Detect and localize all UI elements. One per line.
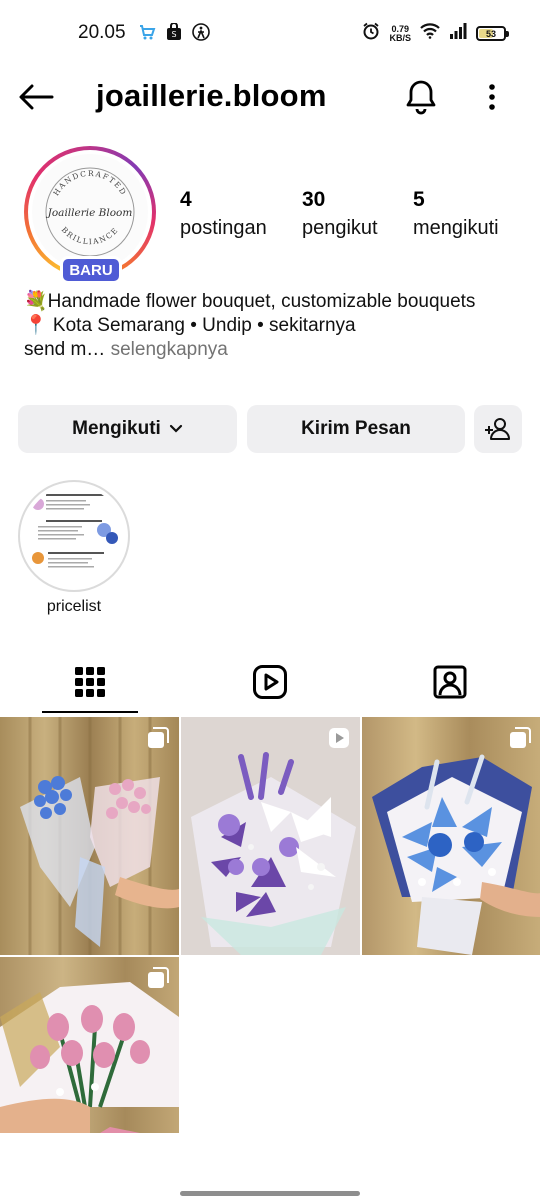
highlight-cover bbox=[24, 486, 124, 586]
profile-avatar[interactable]: HANDCRAFTED Joaillerie Bloom BRILLIANCE … bbox=[24, 146, 156, 284]
highlight-label: pricelist bbox=[46, 598, 102, 615]
alarm-icon bbox=[362, 22, 380, 45]
notifications-button[interactable] bbox=[400, 76, 442, 118]
wifi-icon bbox=[420, 23, 440, 44]
tab-posts-grid[interactable] bbox=[0, 650, 180, 714]
shopping-cart-icon bbox=[138, 23, 156, 46]
avatar-logo: HANDCRAFTED Joaillerie Bloom BRILLIANCE bbox=[32, 154, 148, 270]
carousel-icon bbox=[148, 967, 169, 988]
battery-icon: 53 bbox=[476, 26, 509, 41]
chevron-down-icon bbox=[169, 424, 182, 433]
highlight-ring bbox=[18, 480, 130, 592]
svg-text:HANDCRAFTED: HANDCRAFTED bbox=[51, 169, 128, 197]
post-thumbnail-4[interactable] bbox=[0, 957, 179, 1133]
more-options-button[interactable] bbox=[472, 76, 512, 118]
more-vertical-icon bbox=[489, 84, 495, 110]
stat-posts[interactable]: 4 postingan bbox=[180, 186, 267, 242]
bell-icon bbox=[406, 80, 436, 115]
reels-icon bbox=[253, 665, 287, 699]
accessibility-icon bbox=[192, 23, 210, 46]
post-thumbnail-3[interactable] bbox=[362, 717, 540, 955]
stat-followers-label: pengikut bbox=[302, 217, 378, 239]
signal-icon bbox=[449, 23, 467, 44]
svg-text:BRILLIANCE: BRILLIANCE bbox=[60, 225, 121, 246]
stat-following-count: 5 bbox=[413, 188, 425, 211]
post-thumbnail-2[interactable] bbox=[181, 717, 360, 955]
post-thumbnail-1[interactable] bbox=[0, 717, 179, 955]
add-person-icon bbox=[485, 418, 510, 440]
tab-reels[interactable] bbox=[180, 650, 360, 714]
bio-line-2: 📍 Kota Semarang • Undip • sekitarnya bbox=[24, 315, 356, 336]
profile-tabs bbox=[0, 650, 540, 716]
stat-following[interactable]: 5 mengikuti bbox=[413, 186, 499, 242]
active-tab-indicator bbox=[42, 711, 138, 713]
profile-header: joaillerie.bloom bbox=[0, 66, 540, 128]
new-badge: BARU bbox=[60, 256, 122, 284]
shopping-bag-icon: S bbox=[166, 22, 182, 46]
message-label: Kirim Pesan bbox=[301, 418, 411, 439]
profile-bio: 💐Handmade flower bouquet, customizable b… bbox=[24, 290, 524, 362]
stat-followers-count: 30 bbox=[302, 188, 326, 211]
back-button[interactable] bbox=[14, 78, 58, 116]
following-button[interactable]: Mengikuti bbox=[18, 405, 237, 453]
stat-following-label: mengikuti bbox=[413, 217, 499, 239]
reel-play-icon bbox=[329, 728, 349, 748]
notification-icons: S bbox=[138, 22, 210, 46]
system-icons: 0.79 KB/S 53 bbox=[362, 22, 509, 45]
tab-tagged[interactable] bbox=[360, 650, 540, 714]
profile-username: joaillerie.bloom bbox=[96, 78, 327, 113]
message-button[interactable]: Kirim Pesan bbox=[247, 405, 465, 453]
grid-icon bbox=[75, 667, 105, 697]
clock: 20.05 bbox=[78, 22, 126, 43]
speed-unit: KB/S bbox=[389, 32, 411, 43]
stat-posts-count: 4 bbox=[180, 188, 192, 211]
avatar-top-arc: HANDCRAFTED bbox=[51, 169, 127, 197]
tagged-icon bbox=[433, 665, 467, 699]
carousel-icon bbox=[148, 727, 169, 748]
bio-line-3: send m… selengkapnya bbox=[24, 338, 524, 362]
status-bar: 20.05 S 0.79 KB/S 53 bbox=[0, 0, 540, 66]
following-label: Mengikuti bbox=[72, 418, 161, 439]
home-indicator[interactable] bbox=[180, 1191, 360, 1196]
highlight-pricelist[interactable]: pricelist bbox=[18, 480, 130, 616]
avatar-script-text: Joaillerie Bloom bbox=[46, 207, 133, 219]
network-speed: 0.79 KB/S bbox=[389, 24, 411, 43]
bio-line-1: 💐Handmade flower bouquet, customizable b… bbox=[24, 291, 476, 312]
stat-followers[interactable]: 30 pengikut bbox=[302, 186, 378, 242]
avatar-bottom-arc: BRILLIANCE bbox=[60, 225, 119, 246]
svg-text:S: S bbox=[171, 30, 176, 39]
battery-level: 53 bbox=[485, 28, 496, 39]
bio-truncated-text: send m… bbox=[24, 339, 106, 360]
carousel-icon bbox=[510, 727, 531, 748]
back-arrow-icon bbox=[19, 84, 54, 110]
suggest-users-button[interactable] bbox=[474, 405, 522, 453]
bio-more-link[interactable]: selengkapnya bbox=[105, 339, 228, 360]
stat-posts-label: postingan bbox=[180, 217, 267, 239]
